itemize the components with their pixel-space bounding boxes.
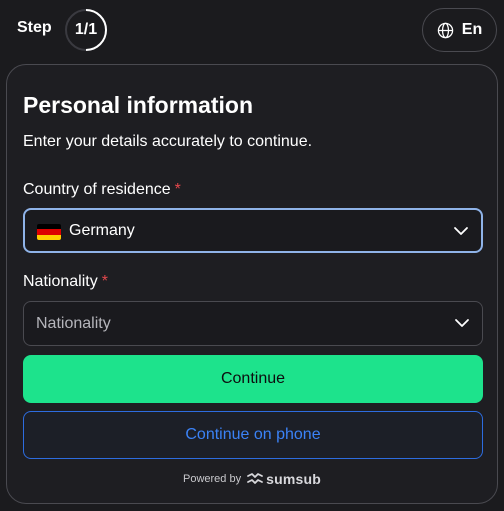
continue-on-phone-button[interactable]: Continue on phone (23, 411, 483, 459)
chevron-down-icon (455, 319, 469, 327)
step-count: 1/1 (74, 21, 98, 38)
powered-by-text: Powered by (183, 473, 242, 485)
page-subtitle: Enter your details accurately to continu… (23, 133, 313, 150)
country-value: Germany (69, 222, 135, 239)
language-label: En (461, 21, 483, 38)
top-bar: Step 1/1 En (0, 0, 504, 62)
sumsub-mark-icon (247, 473, 263, 484)
step-progress-ring: 1/1 (64, 8, 108, 52)
nationality-select[interactable]: Nationality (23, 301, 483, 346)
nationality-label: Nationality * (23, 273, 108, 291)
step-label: Step (17, 19, 52, 36)
country-select[interactable]: Germany (23, 208, 483, 253)
language-button[interactable]: En (422, 8, 497, 52)
nationality-label-text: Nationality (23, 273, 98, 290)
chevron-down-icon (454, 227, 468, 235)
continue-button[interactable]: Continue (23, 355, 483, 403)
powered-by-footer: Powered by sumsub (7, 471, 497, 487)
page-title: Personal information (23, 92, 254, 118)
personal-info-card: Personal information Enter your details … (6, 64, 498, 504)
germany-flag-icon (37, 224, 61, 240)
required-mark: * (101, 273, 108, 290)
sumsub-logo: sumsub (247, 471, 321, 487)
country-label-text: Country of residence (23, 181, 171, 198)
country-label: Country of residence * (23, 181, 181, 199)
nationality-placeholder: Nationality (36, 315, 111, 332)
globe-icon (437, 22, 453, 38)
brand-name: sumsub (266, 471, 321, 487)
required-mark: * (174, 181, 181, 198)
